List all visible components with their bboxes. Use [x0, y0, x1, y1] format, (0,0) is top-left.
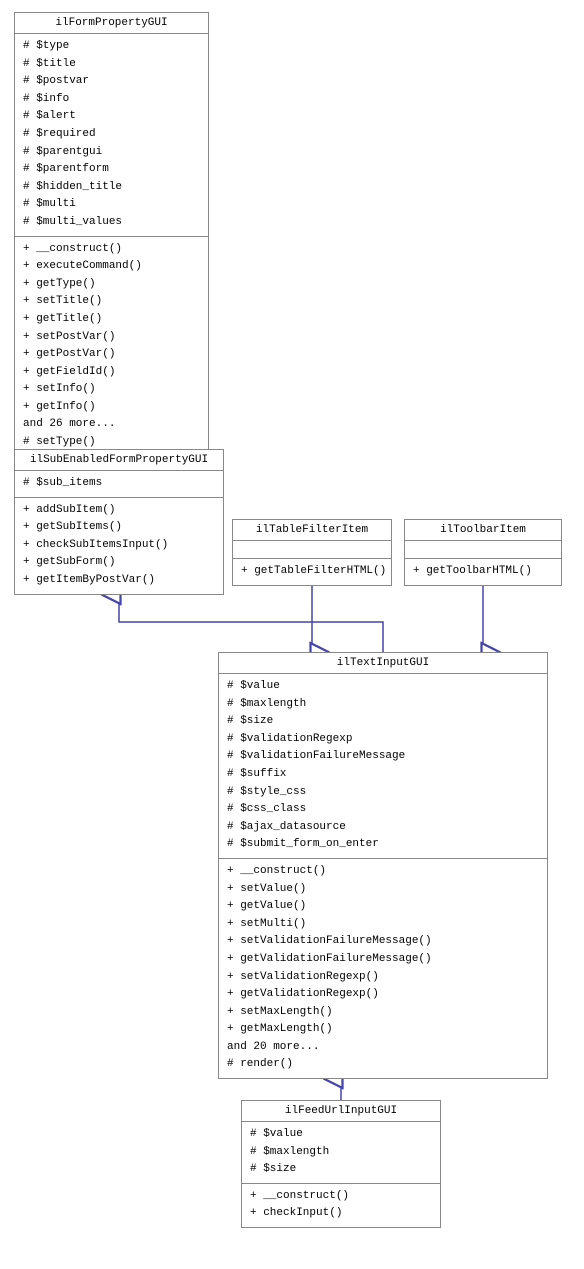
method-getToolbarHTML: + getToolbarHTML(): [413, 563, 553, 581]
method-setInfo: + setInfo(): [23, 381, 200, 399]
ilTextInputGUI-attributes: # $value # $maxlength # $size # $validat…: [219, 674, 547, 859]
attr-multi-values: # $multi_values: [23, 214, 200, 232]
ilTableFilterItem-title: ilTableFilterItem: [233, 520, 391, 541]
method-getMaxLength: + getMaxLength(): [227, 1021, 539, 1039]
ilFormPropertyGUI-methods: + __construct() + executeCommand() + get…: [15, 237, 208, 474]
ilSubEnabledFormPropertyGUI-methods: + addSubItem() + getSubItems() + checkSu…: [15, 498, 223, 594]
ilFeedUrlInputGUI-attributes: # $value # $maxlength # $size: [242, 1122, 440, 1184]
method-construct3: + __construct(): [250, 1188, 432, 1206]
ilToolbarItem-methods: + getToolbarHTML(): [405, 559, 561, 585]
attr-validationRegexp: # $validationRegexp: [227, 731, 539, 749]
attr-parentform: # $parentform: [23, 161, 200, 179]
attr-info: # $info: [23, 91, 200, 109]
attr-maxlength: # $maxlength: [227, 696, 539, 714]
method-construct2: + __construct(): [227, 863, 539, 881]
method-render: # render(): [227, 1056, 539, 1074]
ilFormPropertyGUI-attributes: # $type # $title # $postvar # $info # $a…: [15, 34, 208, 237]
attr-value: # $value: [227, 678, 539, 696]
method-setValidationRegexp: + setValidationRegexp(): [227, 969, 539, 987]
method-setTitle: + setTitle(): [23, 293, 200, 311]
method-checkSubItemsInput: + checkSubItemsInput(): [23, 537, 215, 555]
method-getValidationFailureMessage: + getValidationFailureMessage(): [227, 951, 539, 969]
attr-required: # $required: [23, 126, 200, 144]
method-getTableFilterHTML: + getTableFilterHTML(): [241, 563, 383, 581]
ilToolbarItem-box: ilToolbarItem + getToolbarHTML(): [404, 519, 562, 586]
method-getFieldId: + getFieldId(): [23, 364, 200, 382]
method-setValue: + setValue(): [227, 881, 539, 899]
method-setMaxLength: + setMaxLength(): [227, 1004, 539, 1022]
method-getValidationRegexp: + getValidationRegexp(): [227, 986, 539, 1004]
ilFormPropertyGUI-title: ilFormPropertyGUI: [15, 13, 208, 34]
method-construct: + __construct(): [23, 241, 200, 259]
ilToolbarItem-attributes: [405, 541, 561, 559]
ilToolbarItem-title: ilToolbarItem: [405, 520, 561, 541]
attr-value2: # $value: [250, 1126, 432, 1144]
ilTextInputGUI-methods: + __construct() + setValue() + getValue(…: [219, 859, 547, 1078]
attr-ajax-datasource: # $ajax_datasource: [227, 819, 539, 837]
attr-size2: # $size: [250, 1161, 432, 1179]
method-setMulti: + setMulti(): [227, 916, 539, 934]
method-getInfo: + getInfo(): [23, 399, 200, 417]
attr-validationFailureMessage: # $validationFailureMessage: [227, 748, 539, 766]
ilSubEnabledFormPropertyGUI-title: ilSubEnabledFormPropertyGUI: [15, 450, 223, 471]
ilFeedUrlInputGUI-title: ilFeedUrlInputGUI: [242, 1101, 440, 1122]
ilTextInputGUI-box: ilTextInputGUI # $value # $maxlength # $…: [218, 652, 548, 1079]
attr-size: # $size: [227, 713, 539, 731]
ilSubEnabledFormPropertyGUI-attributes: # $sub_items: [15, 471, 223, 498]
method-and-more: and 26 more...: [23, 416, 200, 434]
method-getPostVar: + getPostVar(): [23, 346, 200, 364]
ilFormPropertyGUI-box: ilFormPropertyGUI # $type # $title # $po…: [14, 12, 209, 474]
method-getValue: + getValue(): [227, 898, 539, 916]
method-getTitle: + getTitle(): [23, 311, 200, 329]
attr-postvar: # $postvar: [23, 73, 200, 91]
attr-sub-items: # $sub_items: [23, 475, 215, 493]
attr-multi: # $multi: [23, 196, 200, 214]
attr-suffix: # $suffix: [227, 766, 539, 784]
ilTextInputGUI-title: ilTextInputGUI: [219, 653, 547, 674]
method-setPostVar: + setPostVar(): [23, 329, 200, 347]
ilTableFilterItem-methods: + getTableFilterHTML(): [233, 559, 391, 585]
attr-alert: # $alert: [23, 108, 200, 126]
method-executeCommand: + executeCommand(): [23, 258, 200, 276]
attr-css-class: # $css_class: [227, 801, 539, 819]
method-getSubItems: + getSubItems(): [23, 519, 215, 537]
diagram-container: ilFormPropertyGUI # $type # $title # $po…: [0, 0, 584, 1269]
ilFeedUrlInputGUI-box: ilFeedUrlInputGUI # $value # $maxlength …: [241, 1100, 441, 1228]
attr-type: # $type: [23, 38, 200, 56]
method-getType: + getType(): [23, 276, 200, 294]
ilFeedUrlInputGUI-methods: + __construct() + checkInput(): [242, 1184, 440, 1227]
ilTableFilterItem-box: ilTableFilterItem + getTableFilterHTML(): [232, 519, 392, 586]
attr-parentgui: # $parentgui: [23, 144, 200, 162]
attr-style-css: # $style_css: [227, 784, 539, 802]
method-checkInput: + checkInput(): [250, 1205, 432, 1223]
attr-title: # $title: [23, 56, 200, 74]
attr-submit-form-on-enter: # $submit_form_on_enter: [227, 836, 539, 854]
method-setValidationFailureMessage: + setValidationFailureMessage(): [227, 933, 539, 951]
method-getSubForm: + getSubForm(): [23, 554, 215, 572]
method-and-20-more: and 20 more...: [227, 1039, 539, 1057]
method-addSubItem: + addSubItem(): [23, 502, 215, 520]
method-getItemByPostVar: + getItemByPostVar(): [23, 572, 215, 590]
attr-hidden-title: # $hidden_title: [23, 179, 200, 197]
attr-maxlength2: # $maxlength: [250, 1144, 432, 1162]
ilSubEnabledFormPropertyGUI-box: ilSubEnabledFormPropertyGUI # $sub_items…: [14, 449, 224, 595]
ilTableFilterItem-attributes: [233, 541, 391, 559]
